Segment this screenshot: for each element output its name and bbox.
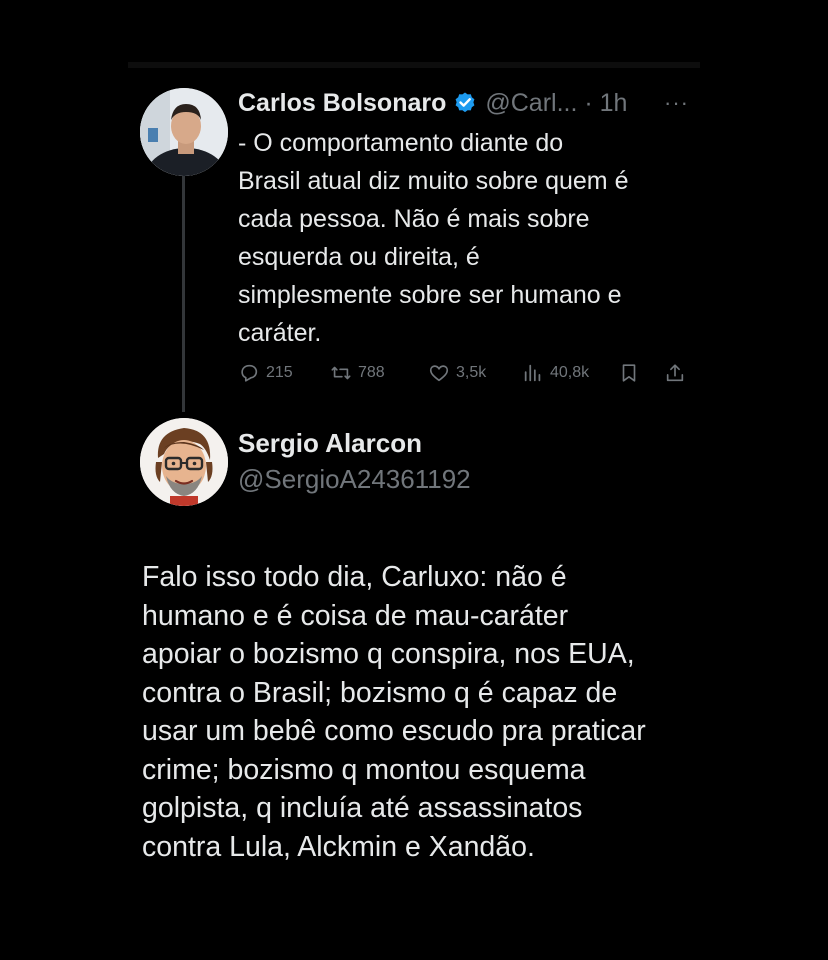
author-handle-time[interactable]: @Carl... · 1h	[485, 89, 627, 118]
reply-count: 215	[266, 364, 293, 381]
bookmark-button[interactable]	[618, 358, 646, 388]
repost-button[interactable]: 788	[330, 358, 385, 388]
tweet-text-line: - O comportamento diante do	[238, 129, 564, 157]
repost-icon	[331, 366, 351, 380]
reply-text-line: contra o Brasil; bozismo q é capaz de	[142, 676, 618, 709]
reply-author-name[interactable]: Sergio Alarcon	[238, 428, 422, 459]
views-button[interactable]: 40,8k	[522, 358, 589, 388]
top-divider	[128, 62, 700, 68]
reply-text-line: contra Lula, Alckmin e Xandão.	[142, 830, 535, 863]
bookmark-icon	[622, 364, 636, 382]
tweet-action-bar: 215 788 3,5k 40,8k	[238, 358, 698, 388]
reply-text-line: humano e é coisa de mau-caráter	[142, 599, 569, 632]
author-name[interactable]: Carlos Bolsonaro	[238, 89, 446, 118]
views-icon	[524, 364, 541, 382]
repost-count: 788	[358, 364, 385, 381]
reply-text-line: usar um bebê como escudo pra praticar	[142, 715, 646, 747]
more-options-icon[interactable]: ···	[664, 90, 689, 116]
avatar-carlos[interactable]	[140, 88, 228, 176]
avatar-sergio[interactable]	[140, 418, 228, 506]
views-count: 40,8k	[550, 364, 590, 381]
share-button[interactable]	[664, 358, 692, 388]
tweet-text-line: caráter.	[238, 319, 322, 347]
tweet-text-line: Brasil atual diz muito sobre quem é	[238, 167, 629, 195]
tweet-text-line: esquerda ou direita, é	[238, 243, 480, 271]
reply-button[interactable]: 215	[238, 358, 293, 388]
share-icon	[666, 364, 684, 382]
like-count: 3,5k	[456, 364, 487, 381]
reply-author-handle[interactable]: @SergioA24361192	[238, 464, 471, 495]
tweet-text: - O comportamento diante do Brasil atual…	[238, 124, 698, 352]
reply-text-line: apoiar o bozismo q conspira, nos EUA,	[142, 638, 635, 670]
verified-badge-icon	[453, 91, 477, 115]
thread-line	[182, 172, 185, 412]
reply-text-line: golpista, q incluía até assassinatos	[142, 792, 583, 824]
reply-text: Falo isso todo dia, Carluxo: não é human…	[142, 558, 702, 866]
reply-text-line: crime; bozismo q montou esquema	[142, 753, 586, 786]
like-button[interactable]: 3,5k	[428, 358, 486, 388]
tweet-text-line: cada pessoa. Não é mais sobre	[238, 205, 590, 233]
reply-icon	[241, 364, 258, 382]
heart-icon	[429, 365, 449, 382]
tweet-header: Carlos Bolsonaro @Carl... · 1h	[238, 86, 627, 120]
tweet-text-line: simplesmente sobre ser humano e	[238, 281, 622, 309]
reply-text-line: Falo isso todo dia, Carluxo: não é	[142, 561, 567, 593]
